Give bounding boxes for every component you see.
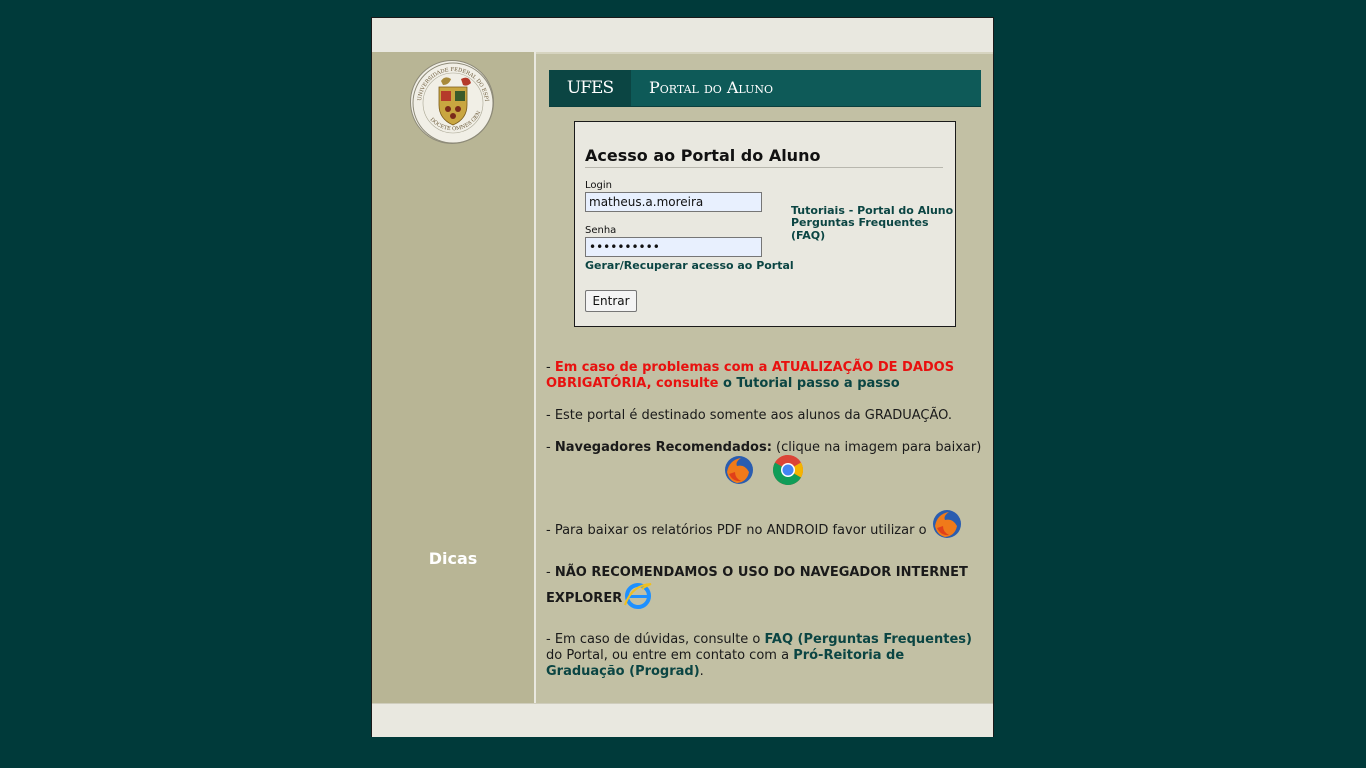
tips-section: - Em caso de problemas com a ATUALIZAÇÃO… (546, 360, 986, 696)
login-input[interactable] (585, 192, 762, 212)
university-seal-icon: UNIVERSIDADE FEDERAL DO ESPÍRITO SANTO D… (410, 60, 494, 144)
faq-link[interactable]: FAQ (Perguntas Frequentes) (765, 632, 972, 647)
tutorial-step-link[interactable]: o Tutorial passo a passo (718, 376, 900, 391)
login-box: Acesso ao Portal do Aluno Login Senha Ge… (574, 121, 956, 327)
tip-doubts: - Em caso de dúvidas, consulte o FAQ (Pe… (546, 632, 986, 680)
internet-explorer-icon (622, 581, 654, 616)
password-input[interactable] (585, 237, 762, 257)
faq-link[interactable]: Perguntas Frequentes (FAQ) (791, 216, 955, 242)
tip-dash: - (546, 565, 555, 580)
tip-dash: - (546, 360, 555, 375)
tip-doubts-end: . (699, 664, 704, 679)
login-label: Login (585, 180, 612, 191)
password-label: Senha (585, 225, 617, 236)
portal-title: Portal do Aluno (649, 78, 774, 97)
sidebar: UNIVERSIDADE FEDERAL DO ESPÍRITO SANTO D… (372, 52, 534, 703)
tip-doubts-2: do Portal, ou entre em contato com a (546, 648, 794, 663)
tip-ie: - NÃO RECOMENDAMOS O USO DO NAVEGADOR IN… (546, 565, 986, 616)
main-content: UFES Portal do Aluno Acesso ao Portal do… (536, 52, 993, 703)
tip-android-text: - Para baixar os relatórios PDF no ANDRO… (546, 523, 927, 538)
browser-icons-row (546, 454, 986, 486)
tip-graduation: - Este portal é destinado somente aos al… (546, 408, 952, 423)
top-bar (372, 18, 993, 52)
ufes-logo: UFES (549, 70, 631, 106)
tip-update: - Em caso de problemas com a ATUALIZAÇÃO… (546, 360, 986, 392)
submit-button[interactable]: Entrar (585, 290, 637, 312)
chrome-icon[interactable] (772, 454, 804, 491)
tip-android: - Para baixar os relatórios PDF no ANDRO… (546, 510, 986, 549)
portal-banner: UFES Portal do Aluno (549, 70, 981, 107)
tip-ie-warning: NÃO RECOMENDAMOS O USO DO NAVEGADOR INTE… (546, 565, 968, 606)
login-title: Acesso ao Portal do Aluno (585, 146, 943, 168)
firefox-icon[interactable] (931, 508, 963, 545)
recover-access-link[interactable]: Gerar/Recuperar acesso ao Portal (585, 259, 794, 272)
tip-dash: - (546, 440, 555, 455)
tip-doubts-1: - Em caso de dúvidas, consulte o (546, 632, 765, 647)
page-container: UNIVERSIDADE FEDERAL DO ESPÍRITO SANTO D… (371, 17, 994, 737)
dicas-label: Dicas (428, 549, 478, 568)
tip-browsers-rest: (clique na imagem para baixar) (771, 440, 982, 455)
bottom-bar (372, 703, 993, 737)
tip-browsers-bold: Navegadores Recomendados: (554, 440, 772, 455)
firefox-icon[interactable] (723, 454, 755, 491)
